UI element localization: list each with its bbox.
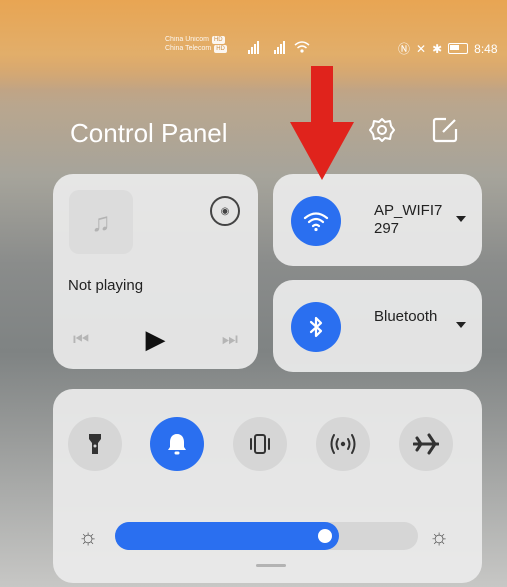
media-status: Not playing (68, 277, 144, 294)
bluetooth-label: Bluetooth (374, 308, 438, 325)
wifi-icon[interactable] (291, 196, 341, 246)
brightness-high-icon: ☼ (429, 524, 450, 549)
play-icon[interactable]: ▶ (146, 324, 166, 355)
audio-output-icon[interactable]: ◉ (210, 196, 240, 226)
carrier-info: China Unicom HD China Telecom HD (165, 35, 227, 53)
chevron-down-icon[interactable] (456, 322, 466, 328)
hotspot-icon[interactable] (316, 417, 370, 471)
carrier-2: China Telecom (165, 45, 212, 52)
toggle-row (68, 417, 468, 471)
chevron-down-icon[interactable] (456, 216, 466, 222)
music-note-icon: ♫ (69, 190, 133, 254)
carrier-1: China Unicom (165, 36, 209, 43)
wifi-card[interactable]: AP_WIFI7297 (273, 174, 482, 266)
drag-handle[interactable] (256, 564, 286, 567)
status-bar: China Unicom HD China Telecom HD Ⓝ ✕ ✱ 8:4… (0, 0, 507, 90)
next-icon[interactable]: ⏭ (222, 329, 238, 350)
mute-icon: ✕ (416, 41, 427, 56)
hd-badge: HD (211, 35, 225, 44)
bluetooth-card[interactable]: Bluetooth (273, 280, 482, 372)
vibrate-icon[interactable] (233, 417, 287, 471)
clock: 8:48 (474, 41, 498, 56)
nfc-icon: Ⓝ (398, 42, 411, 56)
brightness-slider-knob[interactable] (318, 529, 332, 543)
bluetooth-icon[interactable] (291, 302, 341, 352)
bell-icon[interactable] (150, 417, 204, 471)
gear-icon[interactable] (369, 117, 395, 143)
previous-icon[interactable]: ⏮ (73, 329, 89, 350)
status-icons: Ⓝ ✕ ✱ 8:48 (398, 40, 498, 57)
wifi-network-label: AP_WIFI7297 (374, 202, 443, 237)
signal-icon (240, 39, 325, 58)
battery-icon (448, 43, 469, 54)
page-title: Control Panel (70, 118, 228, 148)
media-controls: ⏮ ▶ ⏭ (73, 324, 238, 355)
brightness-low-icon: ☼ (78, 524, 99, 549)
brightness-slider-fill (115, 522, 339, 550)
brightness-slider[interactable] (115, 522, 418, 550)
hd-badge: HD (214, 44, 227, 53)
quick-settings-card: ☼ ☼ (53, 389, 482, 583)
flashlight-icon[interactable] (68, 417, 122, 471)
red-arrow-annotation (286, 66, 358, 182)
edit-icon[interactable] (432, 117, 458, 143)
airplane-icon[interactable] (399, 417, 453, 471)
bluetooth-status-icon: ✱ (432, 41, 443, 56)
media-card[interactable]: ♫ ◉ Not playing ⏮ ▶ ⏭ (53, 174, 258, 369)
